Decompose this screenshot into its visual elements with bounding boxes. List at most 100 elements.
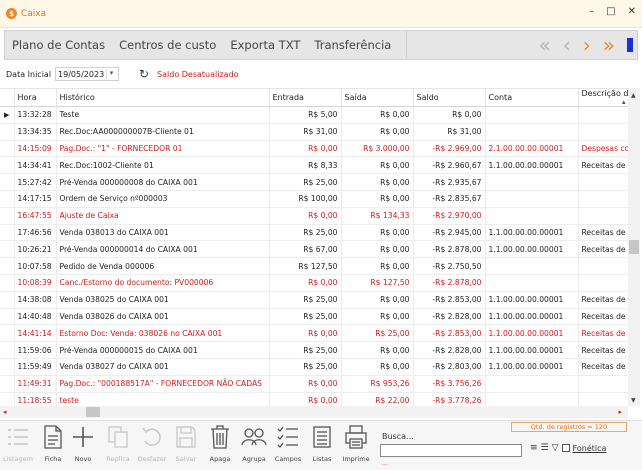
cell-historico[interactable]: Estorno Doc: Venda: 038026 no CAIXA 001 [56,324,270,343]
scroll-right-icon[interactable]: ▸ [618,408,622,416]
filter-icon[interactable]: ▽ [552,443,559,453]
cell-entrada[interactable]: R$ 8,33 [269,156,342,175]
cell-entrada[interactable]: R$ 100,00 [269,190,342,208]
cell-historico[interactable]: Ordem de Serviço nº000003 [56,190,270,208]
salvar-button[interactable]: Salvar [171,423,201,469]
cell-saldo[interactable]: -R$ 2.750,50 [413,257,486,275]
table-row[interactable]: 14:40:48 Venda 038026 do CAIXA 001 R$ 25,0… [0,308,628,326]
cell-saida[interactable]: R$ 0,00 [341,173,414,191]
cell-saldo[interactable]: -R$ 2.853,00 [413,291,486,309]
cell-saldo[interactable]: -R$ 3.778,26 [413,392,486,406]
cell-conta[interactable]: 1.1.00.00.00.00001 [485,240,579,259]
table-row[interactable]: 14:41:14 Estorno Doc: Venda: 038026 no CA… [0,324,628,343]
cell-saida[interactable]: R$ 22,00 [341,392,414,406]
cell-saldo[interactable]: -R$ 2.945,00 [413,224,486,242]
cell-descricao[interactable]: Receitas de [578,341,628,359]
cell-saida[interactable]: R$ 0,00 [341,123,414,141]
last-record-icon[interactable]: » [603,35,615,55]
data-inicial-field[interactable]: 19/05/2023 ▾ [55,67,120,81]
cell-historico[interactable]: Pag.Doc.: "000188517A" - FORNECEDOR NÃO … [56,375,270,393]
cell-conta[interactable] [485,207,579,225]
cell-hora[interactable]: 13:32:28 [14,106,57,124]
table-row[interactable]: 10:07:58 Pedido de Venda 000006 R$ 127,50 R… [0,257,628,275]
close-button[interactable]: ✕ [628,6,636,17]
cell-hora[interactable]: 10:07:58 [14,257,57,275]
cell-saida[interactable]: R$ 25,00 [341,324,414,343]
centros-de-custo-button[interactable]: Centros de custo [112,31,223,59]
cell-saldo[interactable]: -R$ 2.969,00 [413,140,486,158]
first-record-icon[interactable]: « [539,35,551,55]
cell-saldo[interactable]: -R$ 2.960,67 [413,156,486,175]
column-header-conta[interactable]: Conta [485,89,579,107]
cell-conta[interactable]: 1.1.00.00.00.00001 [485,156,579,175]
scroll-down-icon[interactable]: ▼ [631,397,636,404]
cell-hora[interactable]: 11:18:55 [14,392,57,406]
horizontal-scrollbar[interactable]: ◂ ▸ [0,406,628,418]
cell-descricao[interactable]: Receitas de [578,291,628,309]
cell-descricao[interactable] [578,207,628,225]
minimize-button[interactable]: – [589,6,594,17]
row-indicator[interactable] [0,358,15,376]
cell-descricao[interactable]: Receitas de [578,224,628,242]
table-row[interactable]: 16:47:55 Ajuste de Caixa R$ 0,00 R$ 134,33-… [0,207,628,225]
cell-saldo[interactable]: R$ 0,00 [413,106,486,124]
row-indicator[interactable] [0,140,15,158]
table-row[interactable]: 11:59:49 Venda 038027 do CAIXA 001 R$ 25,0… [0,358,628,376]
imprime-button[interactable]: Imprime [341,423,371,469]
cell-saldo[interactable]: -R$ 2.878,00 [413,274,486,292]
cell-entrada[interactable]: R$ 31,00 [269,123,342,141]
cell-saldo[interactable]: -R$ 2.853,00 [413,324,486,343]
cell-entrada[interactable]: R$ 25,00 [269,341,342,359]
cell-conta[interactable] [485,257,579,275]
cell-saida[interactable]: R$ 0,00 [341,224,414,242]
cell-hora[interactable]: 11:59:06 [14,341,57,359]
prev-record-icon[interactable]: ‹ [563,35,571,55]
cell-descricao[interactable] [578,190,628,208]
row-indicator[interactable] [0,308,15,326]
cell-descricao[interactable] [578,123,628,141]
cell-historico[interactable]: Canc./Estorno do documento: PV000006 [56,274,270,292]
cell-saida[interactable]: R$ 0,00 [341,106,414,124]
scroll-up-icon[interactable]: ▲ [631,92,636,99]
chevron-down-icon[interactable]: ▾ [106,69,116,79]
table-row[interactable]: ▶ 13:32:28 Teste R$ 5,00 R$ 0,00 R$ 0,00 [0,106,628,124]
row-indicator[interactable] [0,207,15,225]
cell-hora[interactable]: 13:34:35 [14,123,57,141]
cell-historico[interactable]: Pré-Venda 000000015 do CAIXA 001 [56,341,270,359]
cell-saida[interactable]: R$ 134,33 [341,207,414,225]
row-indicator[interactable] [0,156,15,175]
cell-saldo[interactable]: -R$ 2.935,67 [413,173,486,191]
cell-entrada[interactable]: R$ 25,00 [269,291,342,309]
cell-conta[interactable] [485,123,579,141]
table-row[interactable]: 13:34:35 Rec.Doc:AA000000007B-Cliente 01 R… [0,123,628,141]
row-indicator[interactable] [0,291,15,309]
cell-hora[interactable]: 14:38:08 [14,291,57,309]
cell-descricao[interactable] [578,392,628,406]
row-indicator[interactable] [0,324,15,343]
table-row[interactable]: 11:49:31 Pag.Doc.: "000188517A" - FORNECE… [0,375,628,393]
cell-entrada[interactable]: R$ 25,00 [269,224,342,242]
cell-hora[interactable]: 11:49:31 [14,375,57,393]
cell-conta[interactable]: 1.1.00.00.00.00001 [485,324,579,343]
cell-saida[interactable]: R$ 3.000,00 [341,140,414,158]
cell-conta[interactable] [485,190,579,208]
row-indicator[interactable] [0,190,15,208]
table-row[interactable]: 14:34:41 Rec.Doc:1002-Cliente 01 R$ 8,33 R$… [0,156,628,175]
row-indicator[interactable] [0,224,15,242]
cell-conta[interactable] [485,392,579,406]
cell-historico[interactable]: Venda 038013 do CAIXA 001 [56,224,270,242]
cell-conta[interactable] [485,375,579,393]
cell-saida[interactable]: R$ 127,50 [341,274,414,292]
cell-hora[interactable]: 14:34:41 [14,156,57,175]
cell-descricao[interactable] [578,257,628,275]
cell-saldo[interactable]: -R$ 2.970,00 [413,207,486,225]
cell-entrada[interactable]: R$ 127,50 [269,257,342,275]
agrupa-button[interactable]: Agrupa [239,423,269,469]
cell-conta[interactable]: 2.1.00.00.00.00001 [485,140,579,158]
align-center-icon[interactable]: ☰ [541,443,549,453]
cell-entrada[interactable]: R$ 0,00 [269,274,342,292]
column-header-saida[interactable]: Saída [341,89,414,107]
table-row[interactable]: 17:46:56 Venda 038013 do CAIXA 001 R$ 25,0… [0,224,628,242]
cell-hora[interactable]: 16:47:55 [14,207,57,225]
column-header-historico[interactable]: Histórico [56,89,270,107]
